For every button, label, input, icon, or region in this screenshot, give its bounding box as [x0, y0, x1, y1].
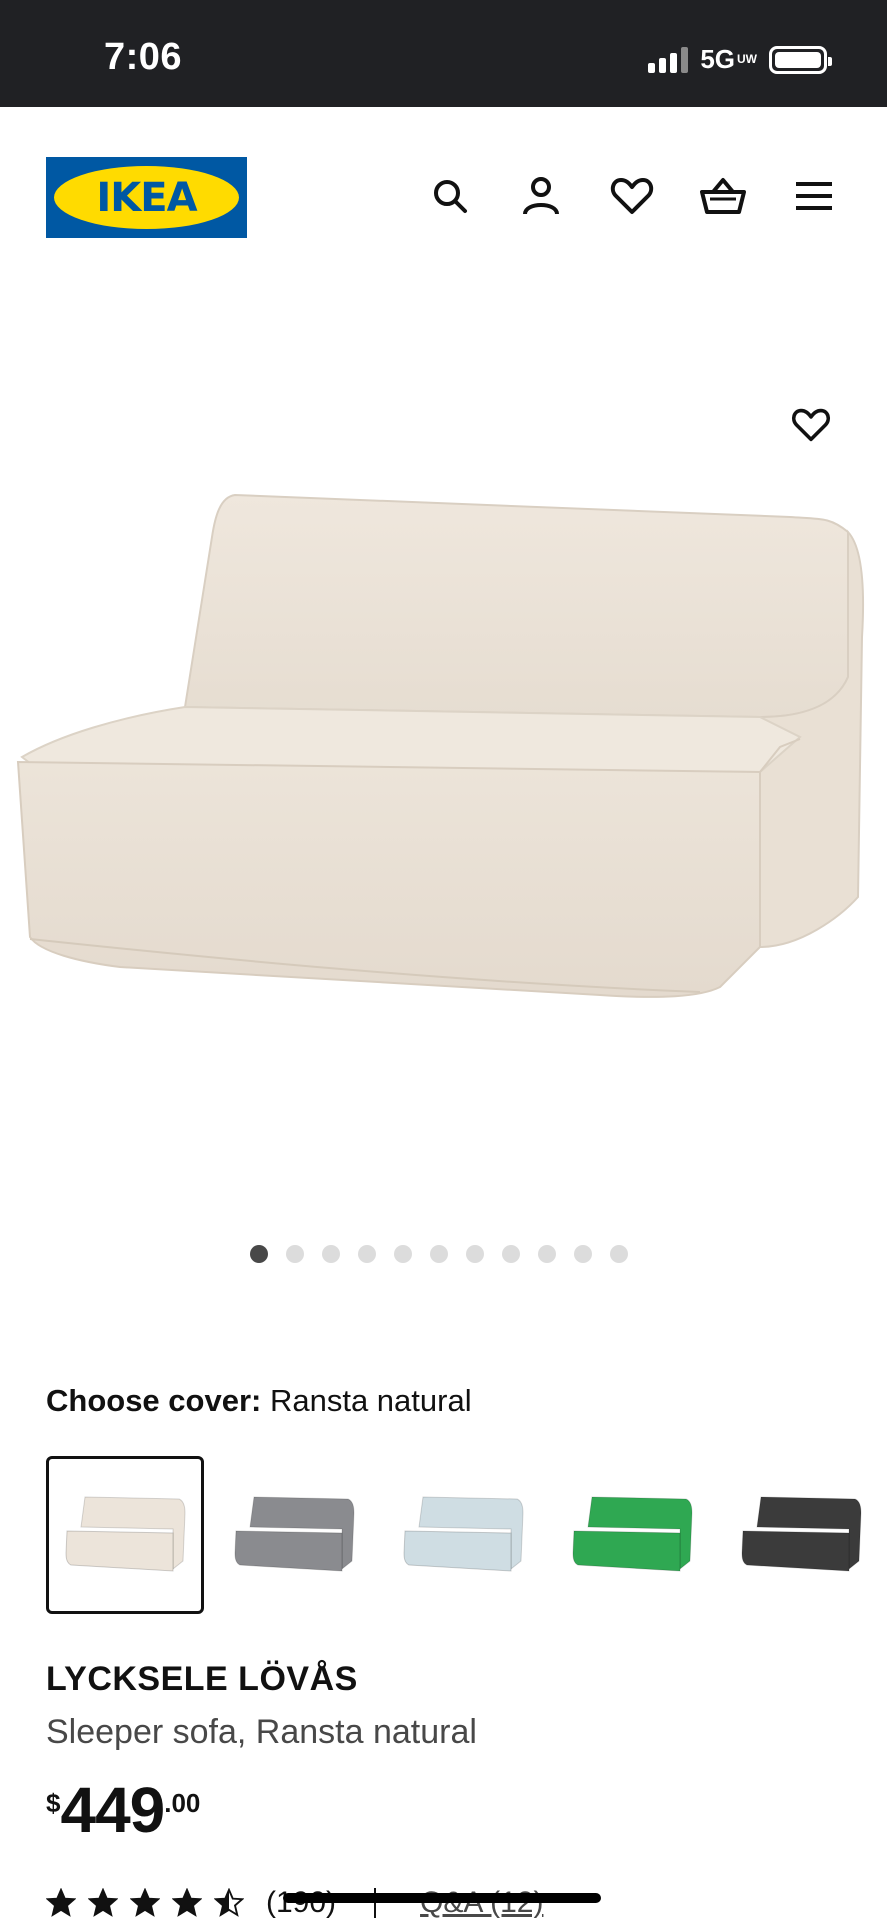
- account-icon[interactable]: [514, 169, 567, 222]
- gallery-pagination: [250, 1245, 628, 1263]
- price-decimal: .00: [164, 1788, 201, 1818]
- ikea-logo[interactable]: IKEA: [46, 157, 247, 238]
- gallery-dot[interactable]: [430, 1245, 448, 1263]
- sofa-thumbnail: [65, 1496, 186, 1572]
- sofa-thumbnail: [234, 1496, 355, 1572]
- gallery-dot[interactable]: [610, 1245, 628, 1263]
- sofa-thumbnail: [572, 1496, 693, 1572]
- product-price: $ 449 .00: [46, 1778, 200, 1842]
- review-count[interactable]: (190): [266, 1886, 336, 1920]
- sofa-thumbnail: [741, 1496, 862, 1572]
- status-time: 7:06: [104, 36, 183, 78]
- status-indicators: 5G UW: [648, 44, 832, 75]
- gallery-dot[interactable]: [466, 1245, 484, 1263]
- basket-icon[interactable]: [696, 169, 749, 222]
- cellular-signal-icon: [648, 46, 689, 73]
- cover-swatch[interactable]: [46, 1456, 204, 1614]
- site-header: IKEA: [0, 107, 887, 287]
- gallery-dot[interactable]: [250, 1245, 268, 1263]
- star-icon: [130, 1888, 160, 1917]
- logo-text: IKEA: [96, 174, 197, 221]
- price-integer: 449: [60, 1774, 165, 1846]
- status-bar: 7:06 5G UW: [0, 0, 887, 107]
- rating-stars: [46, 1888, 244, 1918]
- star-icon: [214, 1888, 244, 1917]
- home-indicator: [283, 1893, 601, 1903]
- cover-label-title: Choose cover:: [46, 1383, 262, 1418]
- gallery-dot[interactable]: [574, 1245, 592, 1263]
- star-icon: [172, 1888, 202, 1917]
- cover-label-value: Ransta natural: [269, 1383, 472, 1418]
- search-icon[interactable]: [423, 169, 476, 222]
- cover-swatch[interactable]: [384, 1456, 542, 1614]
- heart-icon: [791, 408, 831, 442]
- qa-link[interactable]: Q&A (12): [420, 1886, 543, 1920]
- gallery-dot[interactable]: [322, 1245, 340, 1263]
- sofa-thumbnail: [403, 1496, 524, 1572]
- menu-icon[interactable]: [787, 169, 840, 222]
- gallery-dot[interactable]: [538, 1245, 556, 1263]
- star-icon: [46, 1888, 76, 1917]
- battery-icon: [769, 45, 832, 74]
- add-to-favorites-button[interactable]: [783, 397, 839, 453]
- heart-icon[interactable]: [605, 169, 658, 222]
- gallery-dot[interactable]: [502, 1245, 520, 1263]
- network-sub: UW: [737, 52, 757, 66]
- cover-swatch[interactable]: [722, 1456, 880, 1614]
- cover-swatch[interactable]: [553, 1456, 711, 1614]
- battery-fill: [775, 51, 821, 68]
- product-name[interactable]: LYCKSELE LÖVÅS: [46, 1660, 358, 1699]
- price-currency: $: [46, 1788, 61, 1818]
- gallery-dot[interactable]: [358, 1245, 376, 1263]
- product-gallery[interactable]: [0, 287, 887, 1267]
- gallery-dot[interactable]: [394, 1245, 412, 1263]
- cover-swatch[interactable]: [215, 1456, 373, 1614]
- header-actions: [423, 169, 840, 222]
- rating-row[interactable]: (190) Q&A (12): [46, 1886, 543, 1920]
- product-description: Sleeper sofa, Ransta natural: [46, 1713, 477, 1751]
- gallery-dot[interactable]: [286, 1245, 304, 1263]
- star-icon: [88, 1888, 118, 1917]
- cover-swatches: [46, 1456, 887, 1616]
- product-image[interactable]: [0, 477, 887, 1167]
- network-type: 5G UW: [700, 44, 757, 74]
- cover-label: Choose cover: Ransta natural: [46, 1383, 472, 1419]
